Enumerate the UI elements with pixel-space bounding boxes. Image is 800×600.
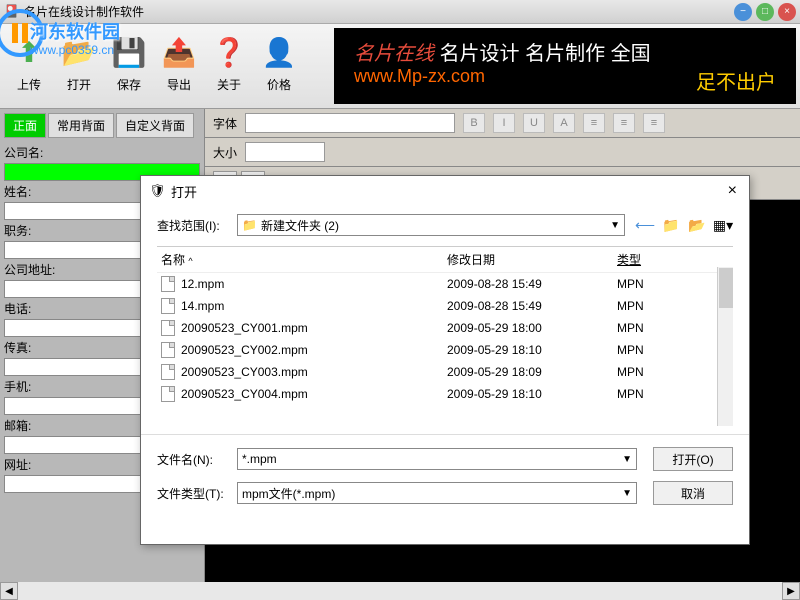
bold-button[interactable]: B xyxy=(463,113,485,133)
file-icon xyxy=(161,320,175,336)
new-folder-button[interactable]: 📂 xyxy=(687,215,707,235)
file-row[interactable]: 20090523_CY002.mpm2009-05-29 18:10MPN xyxy=(157,339,733,361)
about-button[interactable]: ❓关于 xyxy=(204,28,254,104)
horizontal-scrollbar[interactable]: ◀ ▶ xyxy=(0,582,800,600)
back-button[interactable]: ⟵ xyxy=(635,215,655,235)
file-row[interactable]: 20090523_CY003.mpm2009-05-29 18:09MPN xyxy=(157,361,733,383)
file-row[interactable]: 20090523_CY001.mpm2009-05-29 18:00MPN xyxy=(157,317,733,339)
file-row[interactable]: 12.mpm2009-08-28 15:49MPN xyxy=(157,273,733,295)
scroll-left-button[interactable]: ◀ xyxy=(0,582,18,600)
chevron-down-icon: ▼ xyxy=(610,220,620,231)
underline-button[interactable]: U xyxy=(523,113,545,133)
watermark-name: 河东软件园 xyxy=(30,18,120,44)
open-confirm-button[interactable]: 打开(O) xyxy=(653,447,733,471)
dialog-icon: 🛡 xyxy=(149,183,165,199)
size-combo[interactable] xyxy=(245,142,325,162)
font-label: 字体 xyxy=(213,115,237,132)
cancel-button[interactable]: 取消 xyxy=(653,481,733,505)
file-icon xyxy=(161,364,175,380)
dialog-close-button[interactable]: × xyxy=(724,182,741,200)
tab-common-back[interactable]: 常用背面 xyxy=(48,113,114,138)
ad-banner: 名片在线 名片设计 名片制作 全国 www.Mp-zx.com足不出户 xyxy=(334,28,796,104)
color-button[interactable]: A xyxy=(553,113,575,133)
italic-button[interactable]: I xyxy=(493,113,515,133)
size-toolbar: 大小 xyxy=(205,138,800,167)
align-center-button[interactable]: ≡ xyxy=(613,113,635,133)
file-list-scrollbar[interactable] xyxy=(717,267,733,426)
price-button[interactable]: 👤价格 xyxy=(254,28,304,104)
file-icon xyxy=(161,386,175,402)
close-button[interactable]: × xyxy=(778,3,796,21)
main-toolbar: ⬆上传 📂打开 💾保存 📤导出 ❓关于 👤价格 名片在线 名片设计 名片制作 全… xyxy=(0,24,800,109)
column-name[interactable]: 名称 ^ xyxy=(157,251,447,268)
column-date[interactable]: 修改日期 xyxy=(447,251,617,268)
filename-input[interactable]: *.mpm▼ xyxy=(237,448,637,470)
tab-front[interactable]: 正面 xyxy=(4,113,46,138)
lookin-label: 查找范围(I): xyxy=(157,217,237,234)
font-combo[interactable] xyxy=(245,113,455,133)
folder-icon: 📁 xyxy=(242,218,257,232)
up-folder-button[interactable]: 📁 xyxy=(661,215,681,235)
lookin-combo[interactable]: 📁 新建文件夹 (2) ▼ xyxy=(237,214,625,236)
file-icon xyxy=(161,298,175,314)
maximize-button[interactable]: □ xyxy=(756,3,774,21)
filename-label: 文件名(N): xyxy=(157,451,237,468)
file-row[interactable]: 20090523_CY004.mpm2009-05-29 18:10MPN xyxy=(157,383,733,405)
window-titlebar: 🎴 名片在线设计制作软件 − □ × xyxy=(0,0,800,24)
filetype-label: 文件类型(T): xyxy=(157,485,237,502)
dialog-title: 打开 xyxy=(171,182,197,201)
font-toolbar: 字体 B I U A ≡ ≡ ≡ xyxy=(205,109,800,138)
file-icon xyxy=(161,342,175,358)
align-right-button[interactable]: ≡ xyxy=(643,113,665,133)
tab-custom-back[interactable]: 自定义背面 xyxy=(116,113,194,138)
watermark-url: www.pc0359.cn xyxy=(30,43,114,57)
size-label: 大小 xyxy=(213,144,237,161)
scroll-right-button[interactable]: ▶ xyxy=(782,582,800,600)
file-icon xyxy=(161,276,175,292)
view-menu-button[interactable]: ▦▾ xyxy=(713,215,733,235)
file-row[interactable]: 14.mpm2009-08-28 15:49MPN xyxy=(157,295,733,317)
export-button[interactable]: 📤导出 xyxy=(154,28,204,104)
filetype-combo[interactable]: mpm文件(*.mpm)▼ xyxy=(237,482,637,504)
open-file-dialog: 🛡 打开 × 查找范围(I): 📁 新建文件夹 (2) ▼ ⟵ 📁 📂 ▦▾ 名… xyxy=(140,175,750,545)
minimize-button[interactable]: − xyxy=(734,3,752,21)
align-left-button[interactable]: ≡ xyxy=(583,113,605,133)
file-list: 名称 ^ 修改日期 类型 12.mpm2009-08-28 15:49MPN 1… xyxy=(157,246,733,426)
column-type[interactable]: 类型 xyxy=(617,251,667,268)
dialog-titlebar: 🛡 打开 × xyxy=(141,176,749,206)
watermark-overlay: 河东软件园 www.pc0359.cn xyxy=(0,8,50,63)
card-side-tabs: 正面 常用背面 自定义背面 xyxy=(4,113,200,138)
